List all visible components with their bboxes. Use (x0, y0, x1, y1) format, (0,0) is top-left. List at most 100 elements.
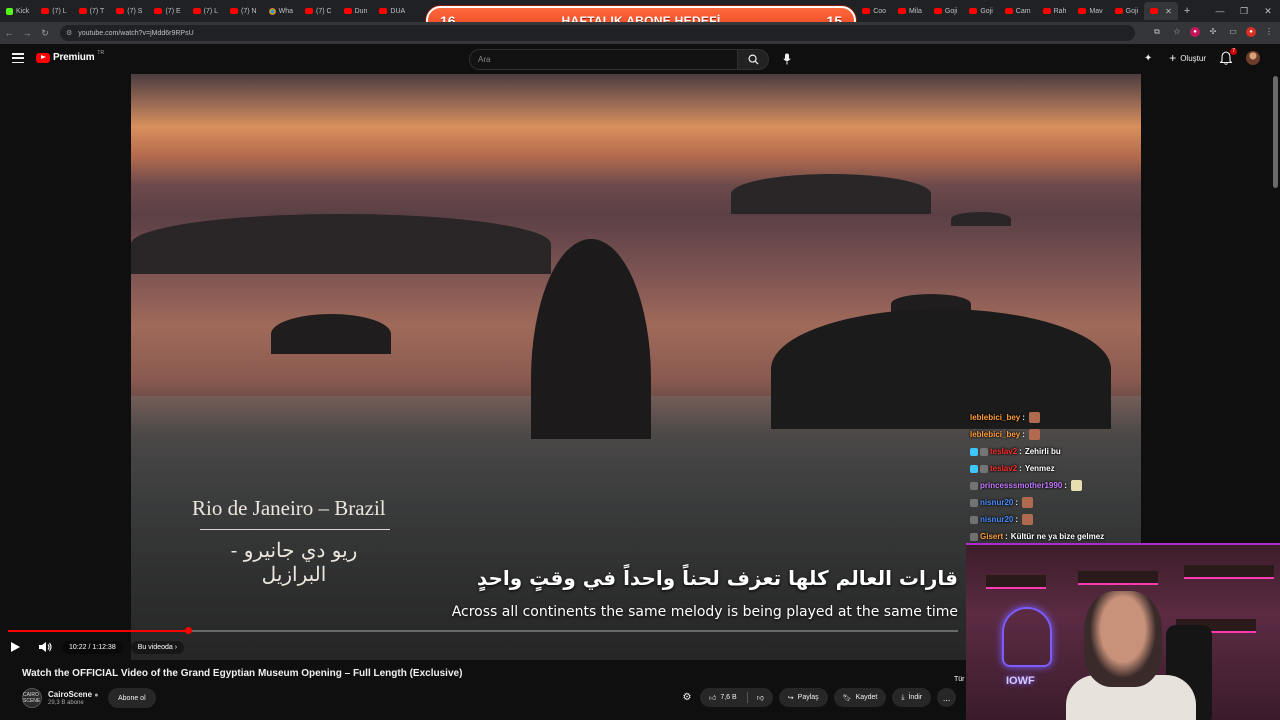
download-icon: ⤓ (901, 693, 905, 701)
tab-label: Coo (873, 7, 887, 15)
search-button[interactable] (738, 49, 769, 70)
studio-icon[interactable]: ✦ (1141, 51, 1155, 65)
tab-favicon-icon (192, 8, 201, 14)
close-window-icon[interactable]: ✕ (1256, 6, 1280, 17)
install-icon[interactable]: ⧉ (1150, 25, 1164, 39)
cast-icon[interactable]: ▭ (1226, 25, 1240, 39)
stream-chat-overlay: leblebici_bey: leblebici_bey: teslav2: Zehi… (970, 409, 1270, 545)
tab-r-0[interactable]: Coo (856, 2, 892, 20)
language-chip[interactable]: Tür (954, 676, 965, 683)
video-actions: ⚙ 👍︎ 7,6 B 👎︎ ↪ Paylaş 🔖︎ Kaydet ⤓ İndir… (680, 688, 957, 707)
account-avatar[interactable] (1246, 51, 1260, 65)
reload-icon[interactable]: ↻ (36, 28, 54, 39)
chat-colon: : (1019, 464, 1022, 473)
tab-l-3[interactable]: (7) S (110, 2, 148, 20)
platform-badge-icon (970, 515, 978, 524)
thumbs-down-icon[interactable]: 👎︎ (757, 693, 764, 702)
extensions-puzzle-icon[interactable]: ✣ (1206, 25, 1220, 39)
tab-active[interactable]: ✕ (1144, 2, 1178, 20)
tab-r-1[interactable]: Mila (892, 2, 928, 20)
save-label: Kaydet (855, 694, 878, 701)
tab-l-0[interactable]: Kick (0, 2, 35, 20)
page-scrollbar[interactable] (1273, 76, 1278, 188)
channel-avatar[interactable]: CAIRO SCENE (22, 688, 42, 708)
new-tab-button[interactable]: + (1178, 5, 1196, 17)
tab-l-8[interactable]: (7) C (299, 2, 338, 20)
chat-text: Kültür ne ya bize gelmez (1010, 532, 1105, 541)
back-icon[interactable]: ← (0, 28, 18, 38)
more-actions-button[interactable]: ... (937, 688, 957, 707)
voice-search-button[interactable] (778, 49, 796, 69)
tab-l-9[interactable]: Dun (338, 2, 374, 20)
site-info-icon[interactable]: ⚙ (66, 29, 72, 37)
extension-icon[interactable]: ● (1190, 27, 1200, 37)
chat-username: teslav2 (990, 447, 1018, 456)
tab-label: Cam (1015, 7, 1031, 15)
menu-dots-icon[interactable]: ⋮ (1262, 25, 1276, 39)
chat-emote-icon (1070, 480, 1082, 491)
download-button[interactable]: ⤓ İndir (892, 688, 932, 707)
tab-l-4[interactable]: (7) E (148, 2, 186, 20)
chat-badge-icon (970, 447, 978, 456)
logo-word: Premium (53, 52, 95, 63)
tab-r-6[interactable]: Mav (1072, 2, 1108, 20)
create-button[interactable]: + Oluştur (1169, 51, 1206, 65)
island-far (951, 212, 1011, 226)
tab-l-5[interactable]: (7) L (187, 2, 224, 20)
youtube-logo[interactable]: Premium TR (36, 50, 104, 63)
gear-icon[interactable]: ⚙ (680, 691, 694, 705)
tab-l-7[interactable]: Wha (263, 2, 299, 20)
chat-text: Zehirli bu (1024, 447, 1061, 456)
tab-r-2[interactable]: Goji (928, 2, 963, 20)
chapter-button[interactable]: Bu videoda › (130, 640, 185, 654)
profile-icon[interactable]: ● (1246, 27, 1256, 37)
tab-r-5[interactable]: Rah (1037, 2, 1073, 20)
chat-colon: : (1064, 481, 1067, 490)
play-icon[interactable] (11, 642, 20, 652)
save-button[interactable]: 🔖︎ Kaydet (833, 688, 887, 707)
search-input[interactable] (469, 49, 738, 70)
tab-favicon-icon (1114, 8, 1123, 14)
url-field[interactable]: ⚙ youtube.com/watch?v=jMdd6r9RPsU (60, 25, 1135, 41)
subtitle-english: Across all continents the same melody is… (451, 604, 958, 620)
tab-l-1[interactable]: (7) L (35, 2, 72, 20)
scrubber-handle[interactable] (185, 627, 193, 634)
channel-name[interactable]: CairoScene ● (48, 690, 99, 699)
chat-message: teslav2: Yenmez (970, 460, 1270, 477)
subscribe-button[interactable]: Abone ol (108, 688, 156, 708)
tab-l-10[interactable]: DUA (373, 2, 411, 20)
channel-text: CairoScene ● 29,3 B abone (48, 690, 99, 706)
restore-icon[interactable]: ❐ (1232, 6, 1256, 17)
chat-badge-icon (970, 464, 978, 473)
tab-label: Rah (1053, 7, 1067, 15)
tab-l-6[interactable]: (7) N (224, 2, 263, 20)
like-button[interactable]: 👍︎ 7,6 B 👎︎ (700, 688, 773, 707)
share-label: Paylaş (797, 694, 819, 701)
tab-list: Kick (7) L (7) T (7) S (7) E (7) L (7) N Wha (7)… (0, 2, 411, 20)
chat-colon: : (1022, 430, 1025, 439)
tab-r-4[interactable]: Cam (999, 2, 1037, 20)
share-icon: ↪ (787, 694, 794, 702)
bookmark-star-icon[interactable]: ☆ (1170, 25, 1184, 39)
menu-hamburger-icon[interactable] (12, 53, 24, 63)
tab-l-2[interactable]: (7) T (73, 2, 111, 20)
tab-label: (7) E (165, 7, 181, 15)
search-box (469, 49, 769, 70)
volume-icon[interactable] (38, 641, 52, 653)
tab-favicon-icon (78, 8, 87, 14)
forward-icon[interactable]: → (18, 28, 36, 38)
tab-label: (7) L (203, 7, 219, 15)
close-tab-icon[interactable]: ✕ (1165, 7, 1172, 16)
toolbar-icons: ⧉ ☆ ● ✣ ▭ ● ⋮ (1150, 25, 1276, 39)
progress-bar[interactable] (8, 627, 958, 634)
platform-badge-icon (980, 464, 988, 473)
address-bar-row: ← → ↻ ⚙ youtube.com/watch?v=jMdd6r9RPsU … (0, 22, 1280, 44)
tab-r-3[interactable]: Goji (963, 2, 998, 20)
tab-r-7[interactable]: Goji (1109, 2, 1144, 20)
youtube-favicon-icon (1150, 8, 1159, 14)
share-button[interactable]: ↪ Paylaş (778, 688, 828, 707)
chat-message: leblebici_bey: (970, 409, 1270, 426)
tab-label: Goji (944, 7, 958, 15)
notifications-button[interactable]: 7 (1219, 48, 1237, 65)
minimize-icon[interactable]: — (1208, 6, 1232, 16)
